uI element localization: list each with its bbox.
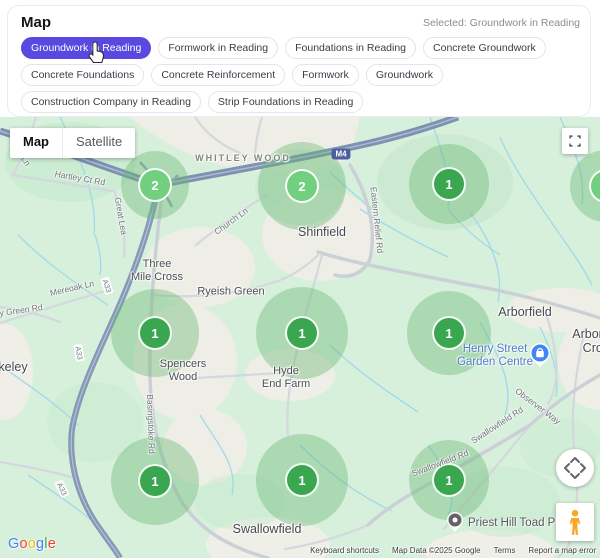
chip-strip-foundations-in-reading[interactable]: Strip Foundations in Reading [207, 91, 364, 114]
map-panel-card: Map Selected: Groundwork in Reading Grou… [7, 5, 591, 117]
place-label: Arborfield [498, 305, 552, 319]
poi-priest-hill[interactable]: Priest Hill Toad Pat [468, 517, 565, 529]
map-type-satellite-button[interactable]: Satellite [62, 128, 135, 158]
terms-link[interactable]: Terms [494, 546, 516, 555]
chip-concrete-foundations[interactable]: Concrete Foundations [21, 64, 145, 87]
map-type-control: Map Satellite [10, 128, 136, 158]
road-label: Basingstoke Rd [144, 394, 158, 454]
filter-chips: Groundwork in Reading Formwork in Readin… [21, 37, 582, 114]
place-label: Hyde End Farm [261, 365, 311, 390]
label-layer: WHITLEY WOOD Shinfield Three Mile Cross Rye… [0, 117, 600, 558]
chip-concrete-reinforcement[interactable]: Concrete Reinforcement [151, 64, 286, 87]
dot-pin-icon[interactable] [446, 511, 464, 533]
chip-concrete-groundwork[interactable]: Concrete Groundwork [423, 37, 546, 60]
pan-control-button[interactable] [556, 449, 594, 487]
road-label: Great Lea [112, 196, 130, 236]
google-logo[interactable]: Google [8, 536, 56, 552]
place-label: Arborfield Cross [572, 327, 600, 355]
keyboard-shortcuts-link[interactable]: Keyboard shortcuts [310, 546, 379, 555]
place-label: Three Mile Cross [131, 258, 183, 283]
a-road-shield: A33 [73, 343, 85, 363]
pegman-icon [569, 509, 581, 535]
pegman-button[interactable] [556, 503, 594, 541]
road-label: Mereoak Ln [49, 278, 95, 298]
fullscreen-icon [569, 135, 581, 147]
chip-construction-company-in-reading[interactable]: Construction Company in Reading [21, 91, 201, 114]
road-label: Church Ln [212, 205, 250, 237]
report-map-error-link[interactable]: Report a map error [528, 546, 596, 555]
pan-arrows-icon [564, 457, 586, 479]
motorway-shield: M4 [331, 148, 351, 160]
road-label: Hartley Ct Rd [54, 168, 106, 188]
selected-note: Selected: Groundwork in Reading [422, 17, 580, 29]
chip-formwork[interactable]: Formwork [292, 64, 359, 87]
place-label: keley [0, 360, 28, 374]
a-road-shield: A33 [54, 479, 70, 499]
panel-title: Map [21, 14, 51, 31]
map-type-map-button[interactable]: Map [10, 128, 62, 158]
chip-groundwork-in-reading[interactable]: Groundwork in Reading [21, 37, 152, 60]
fullscreen-button[interactable] [562, 128, 588, 154]
map-attribution: Keyboard shortcuts Map Data ©2025 Google… [310, 546, 596, 555]
road-label: y Green Rd [0, 302, 44, 318]
chip-foundations-in-reading[interactable]: Foundations in Reading [285, 37, 417, 60]
place-label: Ryeish Green [197, 285, 265, 298]
a-road-shield: A33 [100, 276, 114, 296]
place-label: WHITLEY WOOD [195, 153, 291, 163]
poi-henry-street-garden-centre[interactable]: Henry Street Garden Centre [457, 343, 533, 369]
place-label: Spencers Wood [159, 358, 207, 383]
chip-groundwork[interactable]: Groundwork [365, 64, 444, 87]
chip-formwork-in-reading[interactable]: Formwork in Reading [158, 37, 279, 60]
place-label: Shinfield [298, 225, 346, 239]
google-map[interactable]: 2212111111 WHITLEY WOODShinfieldThree Mi… [0, 117, 600, 558]
road-label: Eastern Relief Rd [368, 186, 386, 254]
road-label: Swallowfield Rd [469, 404, 525, 446]
place-label: Swallowfield [232, 522, 302, 536]
road-label: Swallowfield Rd [410, 447, 470, 479]
map-data-credit: Map Data ©2025 Google [392, 546, 481, 555]
